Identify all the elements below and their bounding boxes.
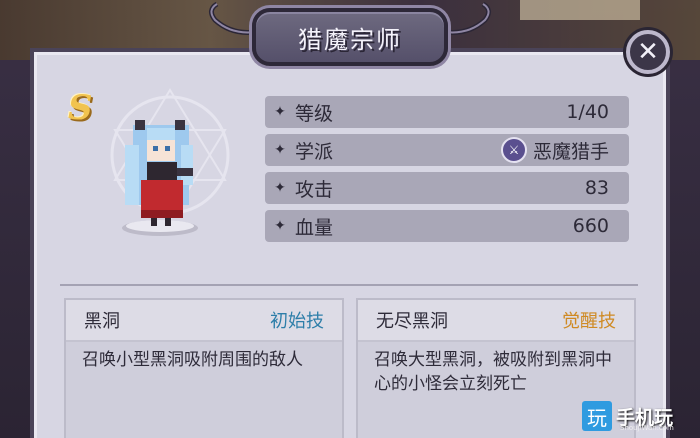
hp-value: 660 [572, 215, 609, 237]
stat-value: 83 [585, 177, 629, 199]
dialog-title: 猎魔宗师 [298, 25, 402, 54]
skill-header: 黑洞 初始技 [66, 300, 342, 342]
skill-name: 黑洞 [84, 311, 120, 332]
sparkle-icon: ✦ [274, 104, 286, 120]
hero-portrait [95, 70, 245, 240]
stat-value: 1/40 [566, 101, 629, 123]
skill-description: 召唤大型黑洞，被吸附到黑洞中心的小怪会立刻死亡 [374, 350, 612, 394]
stat-label: 学派 [295, 140, 334, 163]
skill-description: 召唤小型黑洞吸附周围的敌人 [82, 350, 303, 370]
school-value: 恶魔猎手 [532, 140, 609, 163]
close-icon: ✕ [637, 37, 659, 67]
stat-label: 血量 [295, 216, 334, 239]
demon-hunter-school-icon: ⚔ [500, 137, 527, 163]
skill-name: 无尽黑洞 [376, 311, 448, 332]
stat-value: 660 [573, 215, 629, 237]
sparkle-icon: ✦ [274, 218, 286, 234]
stats-list: ✦ 等级 1/40 ✦ 学派 ⚔ 恶魔猎手 ✦ 攻击 83 ✦ 血量 660 [265, 96, 629, 248]
skill-tag: 觉醒技 [562, 311, 616, 332]
watermark-logo: 玩 [582, 401, 612, 431]
stat-value: ⚔ 恶魔猎手 [500, 137, 629, 164]
close-button[interactable]: ✕ [626, 30, 670, 74]
level-value: 1/40 [566, 101, 609, 123]
stat-row-attack: ✦ 攻击 83 [265, 172, 629, 204]
attack-value: 83 [584, 177, 609, 199]
sparkle-icon: ✦ [274, 180, 286, 196]
rank-badge: S [68, 88, 93, 128]
dialog-title-plate: 猎魔宗师 [252, 8, 448, 66]
skill-card-initial[interactable]: 黑洞 初始技 召唤小型黑洞吸附周围的敌人 [64, 298, 344, 438]
stat-row-hp: ✦ 血量 660 [265, 210, 629, 242]
watermark-sub: ShoujiWan.com [620, 424, 674, 432]
sparkle-icon: ✦ [274, 142, 286, 158]
stat-row-level: ✦ 等级 1/40 [265, 96, 629, 128]
stat-label: 攻击 [295, 178, 334, 201]
divider [60, 284, 638, 286]
stat-label: 等级 [295, 102, 334, 125]
game-screen: 猎魔宗师 ✕ S ✦ 等级 1/40 ✦ 学派 ⚔ 恶魔猎手 ✦ 攻击 83 ✦… [0, 0, 700, 438]
skill-tag: 初始技 [270, 311, 324, 332]
skill-header: 无尽黑洞 觉醒技 [358, 300, 634, 342]
hero-sprite [110, 88, 230, 236]
stat-row-school: ✦ 学派 ⚔ 恶魔猎手 [265, 134, 629, 166]
site-watermark: 玩 手机玩 ShoujiWan.com [582, 396, 694, 436]
